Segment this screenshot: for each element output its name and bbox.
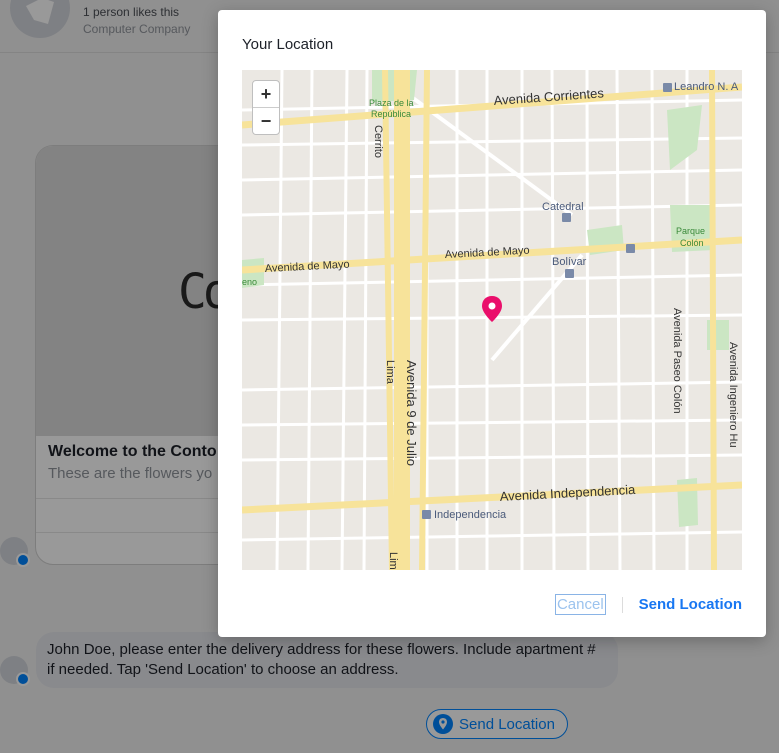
map-label-ingeniero: Avenida Ingeniero Hu xyxy=(727,342,739,448)
zoom-in-button[interactable]: + xyxy=(253,81,279,107)
map-label-leandro: Leandro N. A xyxy=(674,81,739,93)
cancel-button[interactable]: Cancel xyxy=(554,594,606,615)
map-label-lima: Lima xyxy=(384,360,396,385)
subway-icon xyxy=(565,269,574,278)
map-label-plaza2: República xyxy=(371,109,411,119)
map-label-nueve-julio: Avenida 9 de Julio xyxy=(404,360,419,466)
dialog-actions: Cancel Send Location xyxy=(554,594,742,615)
map-label-catedral: Catedral xyxy=(542,201,584,213)
subway-icon xyxy=(663,83,672,92)
map-label-lima-bottom: Lim xyxy=(387,552,399,570)
map-label-parque2: Colón xyxy=(680,238,704,248)
zoom-out-button[interactable]: − xyxy=(253,107,279,134)
subway-icon xyxy=(562,213,571,222)
map-label-plaza: Plaza de la xyxy=(369,98,414,108)
map-label-independencia-station: Independencia xyxy=(434,509,507,521)
send-location-button[interactable]: Send Location xyxy=(639,596,742,613)
map-label-paseo-colon: Avenida Paseo Colón xyxy=(671,308,683,414)
map-label-cerrito: Cerrito xyxy=(372,125,384,158)
subway-icon xyxy=(422,510,431,519)
zoom-control: + − xyxy=(252,80,280,135)
subway-icon xyxy=(626,244,635,253)
actions-separator xyxy=(621,596,623,613)
map-label-bolivar: Bolívar xyxy=(552,256,587,268)
dialog-title: Your Location xyxy=(242,36,334,53)
map-label-parque: Parque xyxy=(676,226,705,236)
map-canvas[interactable]: Avenida Corrientes Plaza de la República… xyxy=(242,70,742,570)
location-dialog: Your Location Avenida Corrientes Plaza d… xyxy=(218,10,766,637)
map[interactable]: Avenida Corrientes Plaza de la República… xyxy=(242,70,742,570)
map-label-eno: eno xyxy=(242,277,257,287)
